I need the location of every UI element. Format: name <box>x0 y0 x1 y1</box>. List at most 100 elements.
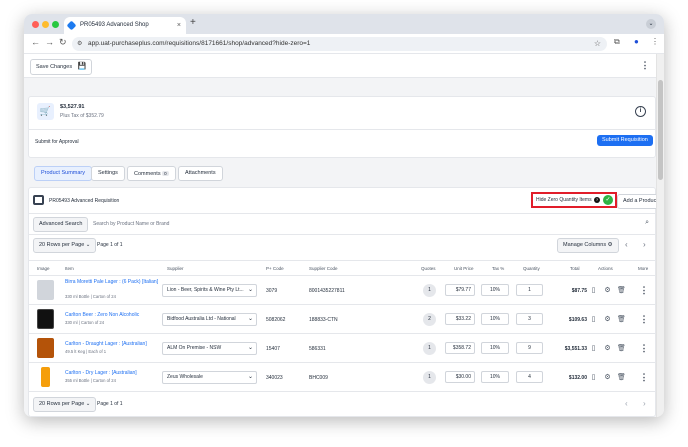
search-icon[interactable]: ⌕ <box>645 219 649 227</box>
supplier-select[interactable]: Bidfood Australia Ltd - National ⌄ <box>162 313 257 326</box>
line-total: $87.75 <box>571 288 587 294</box>
rows-per-page-select-bottom[interactable]: 20 Rows per Page ⌄ <box>33 397 97 412</box>
unit-price-input[interactable]: $30.00 <box>445 371 475 383</box>
pcode-value: 340023 <box>266 375 283 381</box>
trash-icon[interactable]: 🗑 <box>617 315 626 324</box>
rows-per-page-label: 20 Rows per Page <box>39 401 85 407</box>
chevron-down-icon[interactable]: ⌄ <box>646 19 656 29</box>
bookmark-star-icon[interactable]: ☆ <box>594 37 601 51</box>
search-input[interactable]: Search by Product Name or Brand ⌕ <box>89 217 655 232</box>
chevron-right-icon[interactable]: › <box>643 399 646 408</box>
search-divider <box>29 234 655 235</box>
quantity-input[interactable]: 3 <box>516 313 543 325</box>
product-image <box>37 309 54 329</box>
quotes-badge[interactable]: 1 <box>423 371 436 384</box>
chevron-right-icon[interactable]: › <box>643 240 646 249</box>
tab-settings-label: Settings <box>98 170 118 176</box>
row-kebab-icon[interactable]: ⋮ <box>639 344 649 353</box>
quotes-badge[interactable]: 1 <box>423 284 436 297</box>
tab-attachments[interactable]: Attachments <box>178 166 223 181</box>
tab-settings[interactable]: Settings <box>91 166 125 181</box>
tax-input[interactable]: 10% <box>481 371 509 383</box>
new-tab-button[interactable]: + <box>190 17 196 28</box>
reload-icon[interactable]: ↻ <box>59 37 67 48</box>
trash-icon[interactable]: 🗑 <box>617 286 626 295</box>
tax-input[interactable]: 10% <box>481 313 509 325</box>
quotes-badge[interactable]: 2 <box>423 313 436 326</box>
tax-input[interactable]: 10% <box>481 284 509 296</box>
row-kebab-icon[interactable]: ⋮ <box>639 373 649 382</box>
line-total: $132.00 <box>568 375 587 381</box>
scrollbar-thumb[interactable] <box>658 80 663 180</box>
extensions-icon[interactable]: ⧉ <box>614 37 620 47</box>
document-icon[interactable]: ▯ <box>589 315 598 324</box>
minimize-window-button[interactable] <box>42 21 49 28</box>
forward-icon[interactable]: → <box>45 37 54 47</box>
item-name-link[interactable]: Carlton - Draught Lager : [Australian] <box>65 341 147 347</box>
back-icon[interactable]: ← <box>31 37 40 47</box>
trash-icon[interactable]: 🗑 <box>617 373 626 382</box>
item-name-link[interactable]: Carlton - Dry Lager : [Australian] <box>65 370 137 376</box>
document-icon[interactable]: ▯ <box>589 373 598 382</box>
trash-icon[interactable]: 🗑 <box>617 344 626 353</box>
requisition-tax: Plus Tax of $352.79 <box>60 113 104 119</box>
page-kebab-icon[interactable]: ⋮ <box>640 61 650 70</box>
document-icon[interactable]: ▯ <box>589 286 598 295</box>
quantity-input[interactable]: 4 <box>516 371 543 383</box>
requisition-icon <box>33 195 44 205</box>
advanced-search-button[interactable]: Advanced Search <box>33 217 89 232</box>
quantity-input[interactable]: 1 <box>516 284 543 296</box>
gear-icon[interactable]: ⚙ <box>603 373 612 382</box>
rows-per-page-select[interactable]: 20 Rows per Page ⌄ <box>33 238 97 253</box>
tab-product-summary[interactable]: Product Summary <box>34 166 93 181</box>
product-image <box>41 367 50 387</box>
profile-icon[interactable]: ● <box>634 37 639 46</box>
tab-comments[interactable]: Comments 0 <box>127 166 176 181</box>
chevron-left-icon[interactable]: ‹ <box>625 240 628 249</box>
save-changes-button[interactable]: Save Changes 💾 <box>30 59 93 75</box>
item-name-link[interactable]: Birra Moretti Pale Lager : (6 Pack) [Ita… <box>65 279 160 285</box>
chevron-down-icon: ⌄ <box>247 287 253 293</box>
supplier-select[interactable]: Lion - Beer, Spirits & Wine Pty Lt... ⌄ <box>162 284 257 297</box>
unit-price-input[interactable]: $79.77 <box>445 284 475 296</box>
gear-icon[interactable]: ⚙ <box>603 344 612 353</box>
submit-requisition-button[interactable]: Submit Requisition <box>597 135 653 146</box>
close-window-button[interactable] <box>32 21 39 28</box>
comments-count-badge: 0 <box>162 171 169 176</box>
tab-close-icon[interactable]: × <box>177 17 181 34</box>
hide-zero-label: Hide Zero Quantity Items <box>536 197 592 203</box>
document-icon[interactable]: ▯ <box>589 344 598 353</box>
browser-tab[interactable]: PR05493 Advanced Shop × <box>64 17 186 34</box>
tab-attachments-label: Attachments <box>185 170 216 176</box>
item-name-link[interactable]: Carlton Beer : Zero Non Alcoholic <box>65 312 139 318</box>
quotes-badge[interactable]: 1 <box>423 342 436 355</box>
browser-menu-icon[interactable]: ⋮ <box>651 37 659 46</box>
site-info-icon[interactable]: ⚙ <box>77 37 82 51</box>
check-circle-icon: ✓ <box>603 195 613 205</box>
supplier-select[interactable]: ALM On Premise - NSW ⌄ <box>162 342 257 355</box>
quantity-input[interactable]: 9 <box>516 342 543 354</box>
url-field[interactable]: ⚙ app.uat-purchaseplus.com/requisitions/… <box>72 37 607 51</box>
gear-icon[interactable]: ⚙ <box>603 286 612 295</box>
col-quantity: Quantity <box>523 266 540 271</box>
gear-icon[interactable]: ⚙ <box>603 315 612 324</box>
hide-zero-toggle[interactable]: Hide Zero Quantity Items ? ✓ <box>531 192 617 208</box>
supplier-value: Bidfood Australia Ltd - National <box>167 316 236 322</box>
favicon-icon <box>66 20 77 31</box>
scrollbar[interactable] <box>656 54 664 417</box>
manage-columns-button[interactable]: Manage Columns ⚙ <box>557 238 619 253</box>
info-icon[interactable]: i <box>635 106 646 117</box>
submit-for-approval-label: Submit for Approval <box>35 139 79 145</box>
chevron-left-icon[interactable]: ‹ <box>625 399 628 408</box>
row-kebab-icon[interactable]: ⋮ <box>639 315 649 324</box>
pcode-value: 15407 <box>266 346 280 352</box>
col-image: Image <box>37 266 50 271</box>
unit-price-input[interactable]: $358.72 <box>445 342 475 354</box>
supplier-select[interactable]: Zeus Wholesale ⌄ <box>162 371 257 384</box>
panel-divider <box>29 213 655 214</box>
maximize-window-button[interactable] <box>52 21 59 28</box>
tax-input[interactable]: 10% <box>481 342 509 354</box>
col-tax: Tax % <box>492 266 505 271</box>
unit-price-input[interactable]: $33.22 <box>445 313 475 325</box>
row-kebab-icon[interactable]: ⋮ <box>639 286 649 295</box>
